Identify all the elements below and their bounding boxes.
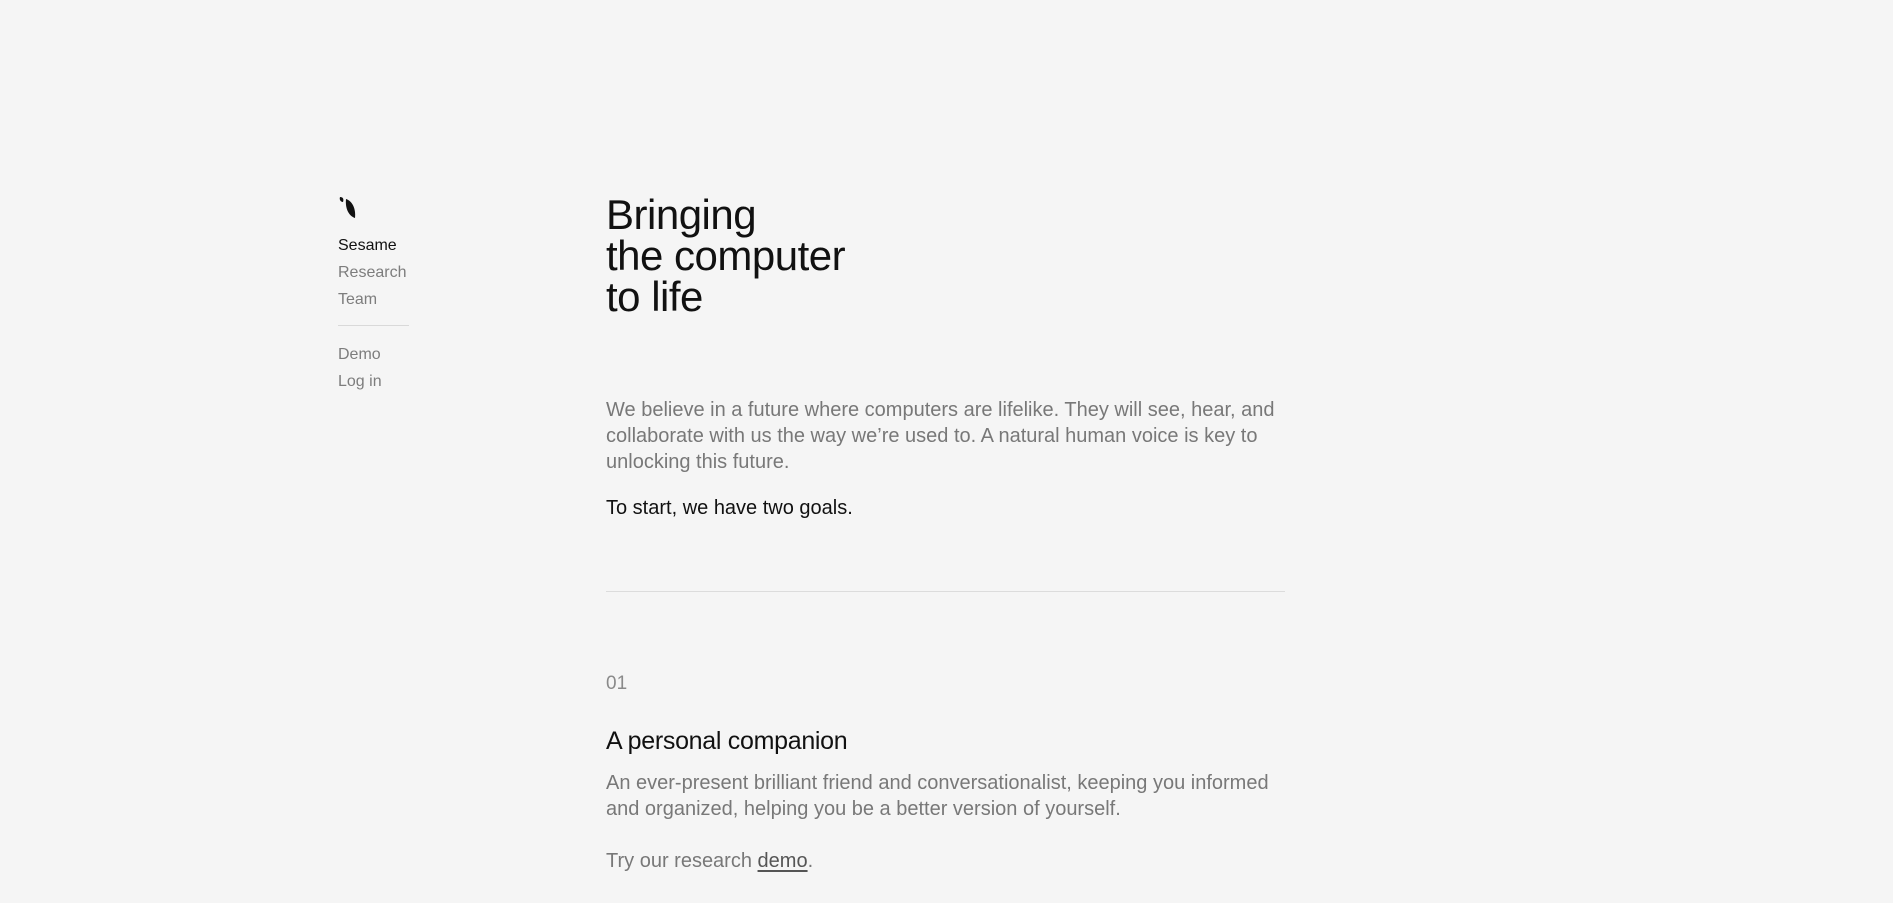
nav-link-research[interactable]: Research (338, 259, 410, 286)
nav-link-login[interactable]: Log in (338, 368, 410, 395)
section-divider (606, 591, 1285, 592)
nav-link-demo[interactable]: Demo (338, 341, 410, 368)
sesame-logo-icon[interactable] (338, 196, 358, 220)
section-number: 01 (606, 673, 628, 694)
main-content: Bringing the computer to life We believe… (606, 194, 1286, 874)
hero-title-line-1: Bringing (606, 191, 757, 238)
section-title: A personal companion (606, 727, 848, 755)
cta-suffix: . (807, 850, 814, 872)
nav-link-sesame[interactable]: Sesame (338, 232, 410, 259)
hero-title: Bringing the computer to life (606, 191, 1286, 320)
hero-title-line-3: to life (606, 273, 703, 320)
sidebar-nav: Sesame Research Team Demo Log in (338, 196, 410, 395)
nav-divider (338, 325, 409, 326)
goals-line: To start, we have two goals. (606, 497, 853, 519)
cta-prefix: Try our research (606, 850, 758, 872)
nav-link-team[interactable]: Team (338, 286, 410, 313)
intro-paragraph: We believe in a future where computers a… (606, 399, 1275, 473)
hero-title-line-2: the computer (606, 232, 846, 279)
demo-link[interactable]: demo (758, 850, 808, 872)
page: Sesame Research Team Demo Log in Bringin… (0, 0, 1893, 903)
section-description: An ever-present brilliant friend and con… (606, 772, 1269, 820)
section-cta: Try our research demo. (606, 848, 1286, 874)
